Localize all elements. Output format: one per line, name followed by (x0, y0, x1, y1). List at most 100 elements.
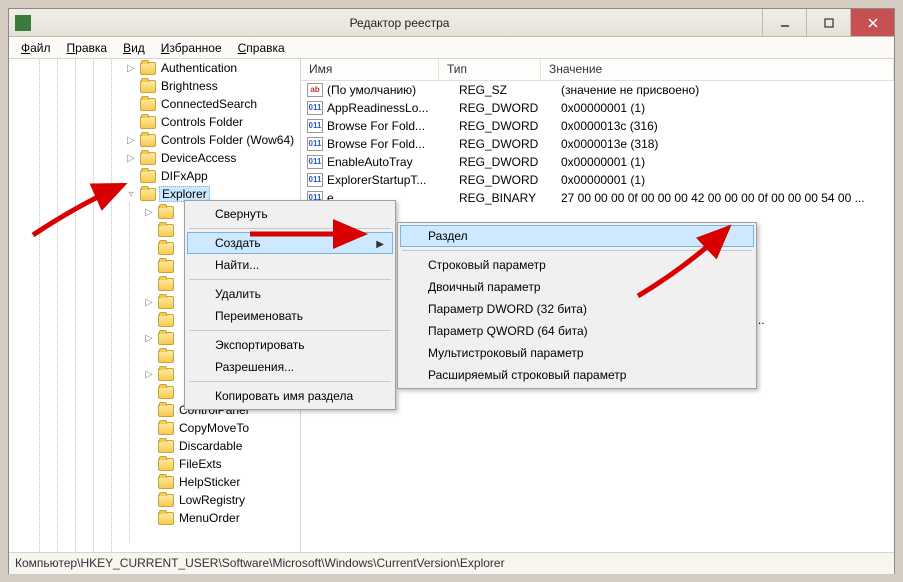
tree-label: Authentication (159, 61, 239, 75)
ctx-copy[interactable]: Копировать имя раздела (187, 385, 393, 407)
value-type-icon: 011 (307, 155, 323, 169)
tree-node[interactable]: HelpSticker (9, 473, 300, 491)
folder-icon (140, 80, 156, 93)
folder-icon (140, 134, 156, 147)
folder-icon (158, 422, 174, 435)
expand-icon[interactable]: ▷ (143, 369, 155, 380)
ctx-new-expandstring[interactable]: Расширяемый строковый параметр (400, 364, 754, 386)
tree-label: Controls Folder (Wow64) (159, 133, 296, 147)
tree-label: Controls Folder (159, 115, 245, 129)
folder-icon (158, 296, 174, 309)
folder-icon (158, 350, 174, 363)
maximize-button[interactable] (806, 9, 850, 36)
expand-icon[interactable]: ▷ (143, 207, 155, 218)
tree-node[interactable]: FileExts (9, 455, 300, 473)
ctx-delete[interactable]: Удалить (187, 283, 393, 305)
ctx-new-binary[interactable]: Двоичный параметр (400, 276, 754, 298)
tree-node[interactable]: ConnectedSearch (9, 95, 300, 113)
ctx-find[interactable]: Найти... (187, 254, 393, 276)
expand-icon[interactable]: ▷ (125, 135, 137, 146)
tree-label: HelpSticker (177, 475, 242, 489)
value-row[interactable]: 011EnableAutoTrayREG_DWORD0x00000001 (1) (301, 153, 894, 171)
col-value[interactable]: Значение (541, 59, 894, 80)
tree-node[interactable]: ▷ DeviceAccess (9, 149, 300, 167)
value-type-icon: 011 (307, 101, 323, 115)
tree-node[interactable]: MenuOrder (9, 509, 300, 527)
menu-fav[interactable]: Избранное (153, 39, 230, 57)
ctx-create[interactable]: Создать▶ (187, 232, 393, 254)
tree-node[interactable]: CopyMoveTo (9, 419, 300, 437)
list-header: Имя Тип Значение (301, 59, 894, 81)
ctx-new-multistring[interactable]: Мультистроковый параметр (400, 342, 754, 364)
expand-icon[interactable]: ▷ (125, 153, 137, 164)
value-type: REG_DWORD (459, 137, 561, 151)
ctx-new-key[interactable]: Раздел (400, 225, 754, 247)
value-name: Browse For Fold... (327, 119, 459, 133)
menu-help[interactable]: Справка (230, 39, 293, 57)
tree-node[interactable]: ▷ Authentication (9, 59, 300, 77)
folder-icon (140, 188, 156, 201)
tree-label: DIFxApp (159, 169, 210, 183)
value-row[interactable]: ab(По умолчанию)REG_SZ(значение не присв… (301, 81, 894, 99)
value-row[interactable]: 011ExplorerStartupT...REG_DWORD0x0000000… (301, 171, 894, 189)
tree-label: LowRegistry (177, 493, 247, 507)
tree-node[interactable]: LowRegistry (9, 491, 300, 509)
tree-node[interactable]: DIFxApp (9, 167, 300, 185)
menu-file[interactable]: Файл (13, 39, 59, 57)
app-icon (15, 15, 31, 31)
value-row[interactable]: 011AppReadinessLo...REG_DWORD0x00000001 … (301, 99, 894, 117)
tree-node[interactable]: Discardable (9, 437, 300, 455)
expand-icon[interactable]: ▿ (125, 189, 137, 200)
col-type[interactable]: Тип (439, 59, 541, 80)
menu-edit[interactable]: Правка (59, 39, 116, 57)
menu-view[interactable]: Вид (115, 39, 153, 57)
value-row[interactable]: 011Browse For Fold...REG_DWORD0x0000013e… (301, 135, 894, 153)
value-type-icon: 011 (307, 137, 323, 151)
folder-icon (140, 116, 156, 129)
tree-node[interactable]: Brightness (9, 77, 300, 95)
close-button[interactable] (850, 9, 894, 36)
tree-label: Brightness (159, 79, 220, 93)
folder-icon (158, 404, 174, 417)
value-type: REG_SZ (459, 83, 561, 97)
ctx-perms[interactable]: Разрешения... (187, 356, 393, 378)
value-data: 0x00000001 (1) (561, 173, 894, 187)
value-type: REG_DWORD (459, 173, 561, 187)
col-name[interactable]: Имя (301, 59, 439, 80)
expand-icon[interactable]: ▷ (143, 333, 155, 344)
titlebar: Редактор реестра (9, 9, 894, 37)
folder-icon (158, 386, 174, 399)
ctx-new-string[interactable]: Строковый параметр (400, 254, 754, 276)
folder-icon (158, 368, 174, 381)
minimize-button[interactable] (762, 9, 806, 36)
context-submenu-create: Раздел Строковый параметр Двоичный парам… (397, 222, 757, 389)
folder-icon (158, 458, 174, 471)
folder-icon (158, 314, 174, 327)
tree-label: DeviceAccess (159, 151, 238, 165)
context-menu: Свернуть Создать▶ Найти... Удалить Переи… (184, 200, 396, 410)
value-data: 0x00000001 (1) (561, 101, 894, 115)
value-row[interactable]: 011Browse For Fold...REG_DWORD0x0000013c… (301, 117, 894, 135)
ctx-export[interactable]: Экспортировать (187, 334, 393, 356)
value-data: (значение не присвоено) (561, 83, 894, 97)
ctx-collapse[interactable]: Свернуть (187, 203, 393, 225)
window-title: Редактор реестра (37, 16, 762, 30)
tree-label: Discardable (177, 439, 244, 453)
ctx-rename[interactable]: Переименовать (187, 305, 393, 327)
expand-icon[interactable]: ▷ (143, 297, 155, 308)
ctx-new-dword[interactable]: Параметр DWORD (32 бита) (400, 298, 754, 320)
value-type: REG_DWORD (459, 101, 561, 115)
menubar: Файл Правка Вид Избранное Справка (9, 37, 894, 59)
tree-label: ConnectedSearch (159, 97, 259, 111)
value-name: ExplorerStartupT... (327, 173, 459, 187)
expand-icon[interactable]: ▷ (125, 63, 137, 74)
ctx-new-qword[interactable]: Параметр QWORD (64 бита) (400, 320, 754, 342)
tree-node[interactable]: Controls Folder (9, 113, 300, 131)
value-name: Browse For Fold... (327, 137, 459, 151)
value-data: 0x0000013c (316) (561, 119, 894, 133)
folder-icon (158, 512, 174, 525)
folder-icon (140, 170, 156, 183)
folder-icon (158, 242, 174, 255)
tree-node[interactable]: ▷ Controls Folder (Wow64) (9, 131, 300, 149)
folder-icon (158, 440, 174, 453)
